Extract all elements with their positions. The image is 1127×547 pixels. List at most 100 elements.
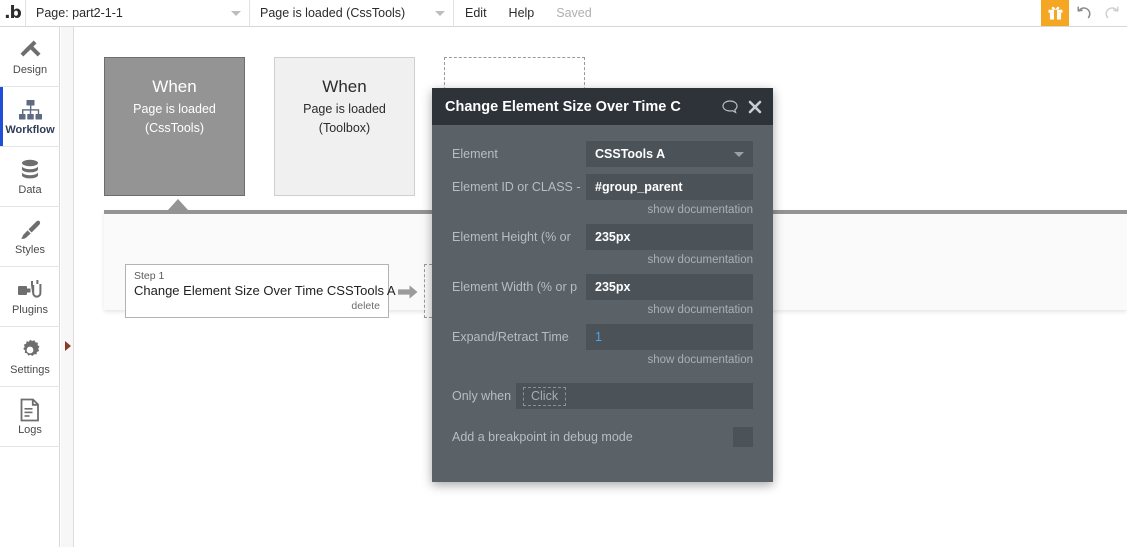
bubble-logo[interactable]: .b (0, 0, 26, 26)
dialog-title: Change Element Size Over Time C (445, 98, 681, 115)
element-height-input[interactable]: 235px (586, 224, 753, 250)
step-number: Step 1 (134, 270, 165, 282)
panel-gutter (61, 27, 74, 547)
event-card-subtitle-line1: Page is loaded (303, 102, 386, 116)
undo-icon (1077, 5, 1091, 18)
sidebar-item-plugins[interactable]: Plugins (0, 267, 60, 327)
chevron-down-icon (734, 152, 744, 157)
top-toolbar: .b Page: part2-1-1 Page is loaded (CssTo… (0, 0, 1127, 27)
sidebar-item-label: Styles (15, 244, 45, 256)
field-label: Element ID or CLASS - (452, 179, 581, 194)
show-documentation-link[interactable]: show documentation (452, 253, 753, 267)
breakpoint-checkbox[interactable] (733, 427, 753, 447)
dialog-header-actions (722, 99, 762, 114)
only-when-label: Only when (452, 388, 512, 403)
only-when-row: Only when Click (452, 383, 753, 409)
save-status-label: Saved (556, 6, 592, 20)
step-delete-link[interactable]: delete (134, 300, 380, 312)
sidebar-item-settings[interactable]: Settings (0, 327, 60, 387)
sidebar-item-label: Data (18, 184, 42, 196)
logs-icon (20, 397, 40, 423)
steps-panel-pointer (168, 199, 188, 210)
page-selector[interactable]: Page: part2-1-1 (26, 0, 250, 26)
action-properties-dialog: Change Element Size Over Time C Element … (432, 88, 773, 482)
gift-icon (1048, 6, 1062, 20)
comment-bubble-icon (722, 99, 738, 114)
show-documentation-link[interactable]: show documentation (452, 203, 753, 217)
field-label: Expand/Retract Time (452, 329, 569, 344)
event-card-title: When (152, 77, 197, 96)
sidebar-item-data[interactable]: Data (0, 147, 60, 207)
plugins-icon (17, 277, 43, 303)
chevron-down-icon (231, 11, 241, 16)
event-card-subtitle-line1: Page is loaded (133, 102, 216, 116)
element-select[interactable]: CSSTools A (586, 141, 753, 167)
step-title: Change Element Size Over Time CSSTools A (134, 283, 396, 298)
close-icon (748, 100, 762, 113)
data-icon (18, 157, 42, 183)
help-menu-label: Help (508, 6, 535, 20)
edit-menu-label: Edit (465, 6, 487, 20)
topbar-right-actions (1041, 0, 1127, 26)
field-row-element-height: Element Height (% or 235px (452, 224, 753, 250)
only-when-click-chip[interactable]: Click (523, 386, 567, 406)
sidebar-item-label: Workflow (5, 124, 55, 136)
chevron-down-icon (435, 11, 445, 16)
event-card-toolbox[interactable]: When Page is loaded (Toolbox) (274, 57, 415, 196)
element-select-value: CSSTools A (595, 146, 666, 161)
page-selector-label: Page: part2-1-1 (36, 6, 123, 20)
workflow-icon (18, 97, 43, 123)
expand-retract-time-value: 1 (595, 329, 602, 344)
dialog-body: Element CSSTools A Element ID or CLASS -… (432, 125, 773, 447)
edit-menu[interactable]: Edit (454, 0, 498, 26)
event-selector-label: Page is loaded (CssTools) (260, 6, 406, 20)
field-label: Element (452, 146, 498, 161)
expand-arrow-icon[interactable] (65, 341, 71, 351)
show-documentation-link[interactable]: show documentation (452, 353, 753, 367)
event-card-csstools[interactable]: When Page is loaded (CssTools) (104, 57, 245, 196)
field-row-expand-retract-time: Expand/Retract Time 1 (452, 324, 753, 350)
arrow-right-icon (398, 285, 418, 299)
breakpoint-row: Add a breakpoint in debug mode (452, 427, 753, 447)
sidebar-item-logs[interactable]: Logs (0, 387, 60, 447)
field-label: Element Width (% or p (452, 279, 578, 294)
gift-button[interactable] (1041, 0, 1069, 26)
event-card-subtitle-line2: (Toolbox) (318, 121, 371, 135)
save-status: Saved (545, 0, 602, 26)
breakpoint-label: Add a breakpoint in debug mode (452, 429, 633, 444)
undo-button[interactable] (1069, 0, 1098, 26)
sidebar-item-label: Design (12, 64, 48, 76)
design-icon (18, 37, 43, 63)
field-row-element-id: Element ID or CLASS - #group_parent (452, 174, 753, 200)
sidebar-item-label: Plugins (11, 304, 49, 316)
workflow-step-1[interactable]: Step 1 Change Element Size Over Time CSS… (125, 264, 396, 318)
field-row-element-width: Element Width (% or p 235px (452, 274, 753, 300)
bubble-logo-icon: .b (4, 2, 22, 23)
sidebar-item-workflow[interactable]: Workflow (0, 87, 60, 147)
element-id-input[interactable]: #group_parent (586, 174, 753, 200)
settings-icon (18, 337, 42, 363)
element-id-value: #group_parent (595, 179, 683, 194)
event-selector[interactable]: Page is loaded (CssTools) (250, 0, 454, 26)
element-width-value: 235px (595, 279, 631, 294)
sidebar-item-styles[interactable]: Styles (0, 207, 60, 267)
sidebar-item-design[interactable]: Design (0, 27, 60, 87)
field-label: Element Height (% or (452, 229, 571, 244)
redo-icon (1105, 5, 1119, 18)
left-sidebar: Design Workflow Data Styles Plugins Sett… (0, 27, 60, 547)
close-button[interactable] (748, 100, 762, 114)
help-menu[interactable]: Help (498, 0, 546, 26)
sidebar-item-label: Logs (18, 424, 42, 436)
bubble-editor-window: .b Page: part2-1-1 Page is loaded (CssTo… (0, 0, 1127, 547)
comment-button[interactable] (722, 99, 738, 114)
show-documentation-link[interactable]: show documentation (452, 303, 753, 317)
element-height-value: 235px (595, 229, 631, 244)
element-width-input[interactable]: 235px (586, 274, 753, 300)
field-row-element: Element CSSTools A (452, 141, 753, 167)
expand-retract-time-input[interactable]: 1 (586, 324, 753, 350)
redo-button[interactable] (1098, 0, 1127, 26)
sidebar-item-label: Settings (10, 364, 50, 376)
dialog-header[interactable]: Change Element Size Over Time C (432, 88, 773, 125)
styles-icon (18, 217, 43, 243)
only-when-input[interactable]: Click (516, 383, 753, 409)
